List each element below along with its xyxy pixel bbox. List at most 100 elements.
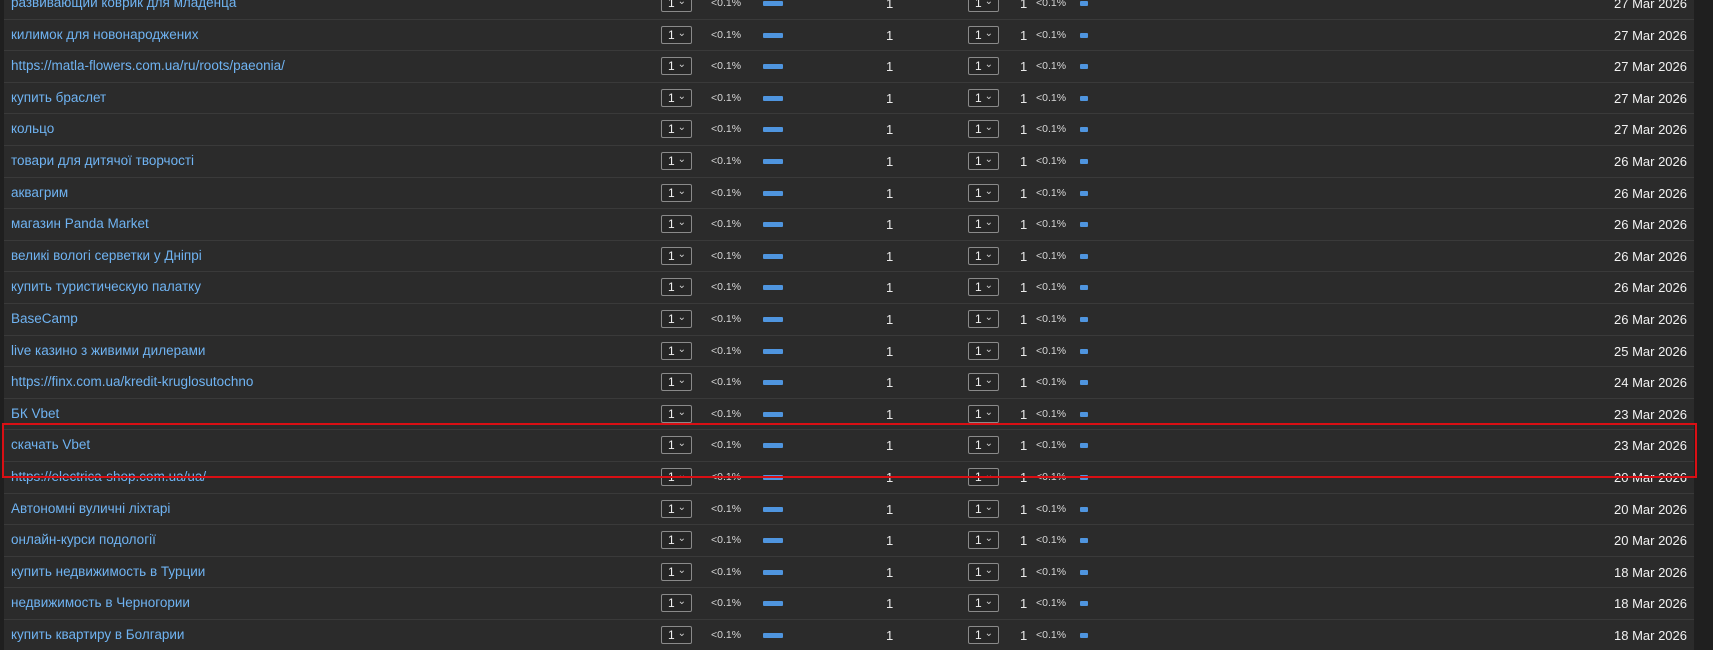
position-select[interactable]: 1 ⌄ bbox=[661, 57, 692, 76]
position-select-secondary[interactable]: 1 ⌄ bbox=[968, 25, 999, 44]
position-select-secondary[interactable]: 1 ⌄ bbox=[968, 625, 999, 644]
value-cell: 1 bbox=[886, 248, 894, 264]
position-select-secondary[interactable]: 1 ⌄ bbox=[968, 246, 999, 265]
table-row: онлайн-курси подології 1 ⌄ <0.1% 1 1 ⌄ 1… bbox=[4, 524, 1694, 556]
keyword-link[interactable]: недвижимость в Черногории bbox=[11, 595, 190, 610]
scrollbar[interactable] bbox=[1697, 0, 1713, 650]
keyword-link[interactable]: купить браслет bbox=[11, 90, 106, 105]
chevron-down-icon: ⌄ bbox=[984, 596, 993, 608]
chevron-down-icon: ⌄ bbox=[984, 627, 993, 639]
share-bar-secondary bbox=[1080, 32, 1088, 38]
position-select[interactable]: 1 ⌄ bbox=[661, 594, 692, 613]
position-select-value: 1 bbox=[975, 469, 982, 484]
keyword-link[interactable]: товари для дитячої творчості bbox=[11, 153, 194, 168]
keyword-link[interactable]: БК Vbet bbox=[11, 406, 59, 421]
position-select-value: 1 bbox=[668, 533, 675, 548]
keyword-link[interactable]: кольцо bbox=[11, 121, 54, 136]
position-select-secondary[interactable]: 1 ⌄ bbox=[968, 278, 999, 297]
date-cell: 24 Mar 2026 bbox=[1614, 375, 1687, 391]
keyword-link[interactable]: купить недвижимость в Турции bbox=[11, 564, 205, 579]
table-row: купить недвижимость в Турции 1 ⌄ <0.1% 1… bbox=[4, 555, 1694, 588]
position-select[interactable]: 1 ⌄ bbox=[661, 25, 692, 44]
chevron-down-icon: ⌄ bbox=[677, 596, 686, 608]
share-bar bbox=[763, 64, 783, 70]
value-cell: 1 bbox=[886, 627, 894, 643]
position-select-value: 1 bbox=[975, 564, 982, 579]
position-select[interactable]: 1 ⌄ bbox=[661, 278, 692, 297]
date-cell: 26 Mar 2026 bbox=[1614, 280, 1687, 296]
position-select-value: 1 bbox=[668, 627, 675, 642]
position-select-secondary[interactable]: 1 ⌄ bbox=[968, 88, 999, 107]
position-select[interactable]: 1 ⌄ bbox=[661, 625, 692, 644]
share-bar bbox=[763, 32, 783, 38]
position-select[interactable]: 1 ⌄ bbox=[661, 120, 692, 139]
chevron-down-icon: ⌄ bbox=[984, 375, 993, 387]
position-select[interactable]: 1 ⌄ bbox=[661, 246, 692, 265]
position-select-secondary[interactable]: 1 ⌄ bbox=[968, 183, 999, 202]
position-select[interactable]: 1 ⌄ bbox=[661, 0, 692, 12]
position-select[interactable]: 1 ⌄ bbox=[661, 467, 692, 486]
chevron-down-icon: ⌄ bbox=[984, 343, 993, 355]
keyword-link[interactable]: магазин Panda Market bbox=[11, 216, 149, 231]
position-select-secondary[interactable]: 1 ⌄ bbox=[968, 436, 999, 455]
position-select[interactable]: 1 ⌄ bbox=[661, 436, 692, 455]
chevron-down-icon: ⌄ bbox=[984, 90, 993, 102]
keyword-link[interactable]: Автономні вуличні ліхтарі bbox=[11, 501, 170, 516]
position-select[interactable]: 1 ⌄ bbox=[661, 562, 692, 581]
position-select-secondary[interactable]: 1 ⌄ bbox=[968, 531, 999, 550]
position-select-secondary[interactable]: 1 ⌄ bbox=[968, 562, 999, 581]
position-select[interactable]: 1 ⌄ bbox=[661, 373, 692, 392]
position-select-secondary[interactable]: 1 ⌄ bbox=[968, 215, 999, 234]
position-select-secondary[interactable]: 1 ⌄ bbox=[968, 594, 999, 613]
keyword-link[interactable]: скачать Vbet bbox=[11, 437, 90, 452]
chevron-down-icon: ⌄ bbox=[984, 469, 993, 481]
position-select[interactable]: 1 ⌄ bbox=[661, 309, 692, 328]
keyword-link[interactable]: https://finx.com.ua/kredit-kruglosutochn… bbox=[11, 374, 253, 389]
position-select[interactable]: 1 ⌄ bbox=[661, 341, 692, 360]
chevron-down-icon: ⌄ bbox=[984, 0, 993, 7]
position-select-secondary[interactable]: 1 ⌄ bbox=[968, 499, 999, 518]
chevron-down-icon: ⌄ bbox=[984, 153, 993, 165]
position-select[interactable]: 1 ⌄ bbox=[661, 88, 692, 107]
date-cell: 27 Mar 2026 bbox=[1614, 90, 1687, 106]
share-value-secondary: <0.1% bbox=[1036, 91, 1067, 104]
chevron-down-icon: ⌄ bbox=[984, 59, 993, 71]
keyword-link[interactable]: купить туристическую палатку bbox=[11, 279, 201, 294]
keyword-link[interactable]: онлайн-курси подології bbox=[11, 532, 156, 547]
position-select-secondary[interactable]: 1 ⌄ bbox=[968, 467, 999, 486]
position-select-secondary[interactable]: 1 ⌄ bbox=[968, 151, 999, 170]
share-bar-secondary bbox=[1080, 538, 1088, 544]
table-row: недвижимость в Черногории 1 ⌄ <0.1% 1 1 … bbox=[4, 587, 1694, 619]
keyword-link[interactable]: live казино з живими дилерами bbox=[11, 343, 205, 358]
keyword-link[interactable]: великі вологі серветки у Дніпрі bbox=[11, 248, 202, 263]
keyword-link[interactable]: развивающий коврик для младенца bbox=[11, 0, 236, 10]
keyword-link[interactable]: килимок для новонароджених bbox=[11, 27, 198, 42]
position-select[interactable]: 1 ⌄ bbox=[661, 499, 692, 518]
count-cell: 1 bbox=[1020, 185, 1028, 201]
position-select[interactable]: 1 ⌄ bbox=[661, 151, 692, 170]
position-select[interactable]: 1 ⌄ bbox=[661, 183, 692, 202]
position-select-secondary[interactable]: 1 ⌄ bbox=[968, 373, 999, 392]
share-bar bbox=[763, 632, 783, 638]
position-select[interactable]: 1 ⌄ bbox=[661, 404, 692, 423]
share-value: <0.1% bbox=[711, 281, 742, 294]
value-cell: 1 bbox=[886, 406, 894, 422]
position-select-secondary[interactable]: 1 ⌄ bbox=[968, 404, 999, 423]
date-cell: 27 Mar 2026 bbox=[1614, 0, 1687, 11]
position-select-secondary[interactable]: 1 ⌄ bbox=[968, 309, 999, 328]
position-select[interactable]: 1 ⌄ bbox=[661, 531, 692, 550]
keyword-link[interactable]: https://electrica-shop.com.ua/ua/ bbox=[11, 469, 206, 484]
position-select-secondary[interactable]: 1 ⌄ bbox=[968, 57, 999, 76]
chevron-down-icon: ⌄ bbox=[677, 564, 686, 576]
keyword-link[interactable]: https://matla-flowers.com.ua/ru/roots/pa… bbox=[11, 58, 285, 73]
position-select-secondary[interactable]: 1 ⌄ bbox=[968, 120, 999, 139]
keyword-link[interactable]: купить квартиру в Болгарии bbox=[11, 627, 184, 642]
position-select-secondary[interactable]: 1 ⌄ bbox=[968, 341, 999, 360]
position-select[interactable]: 1 ⌄ bbox=[661, 215, 692, 234]
share-bar-secondary bbox=[1080, 380, 1088, 386]
share-value: <0.1% bbox=[711, 218, 742, 231]
position-select-secondary[interactable]: 1 ⌄ bbox=[968, 0, 999, 12]
count-cell: 1 bbox=[1020, 406, 1028, 422]
keyword-link[interactable]: BaseCamp bbox=[11, 311, 78, 326]
keyword-link[interactable]: аквагрим bbox=[11, 185, 68, 200]
